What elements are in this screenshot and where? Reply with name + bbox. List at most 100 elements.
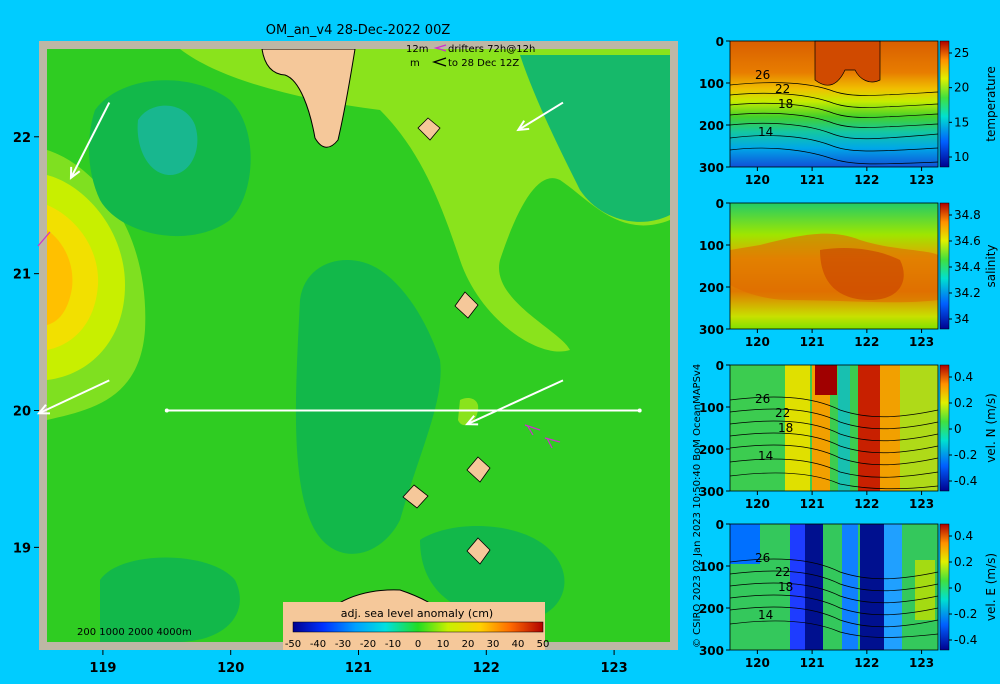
temperature-colorbar	[939, 40, 950, 168]
vel-e-band-g	[915, 560, 935, 620]
salinity-x-tick-label-0: 120	[745, 335, 770, 349]
sla-tick-6: 10	[437, 639, 450, 650]
map-x-tick-label-1: 120	[217, 661, 244, 676]
vel-n-colorbar	[939, 364, 950, 492]
vel-n-cbar-tick-label-4: -0.4	[954, 474, 977, 488]
vel-e-x-tick-label-3: 123	[909, 656, 934, 670]
vel-n-contour-label-0: 26	[755, 392, 770, 406]
map-panel: 119 120 121 122 123 19 20 21 22 12m drifters 72h…	[13, 41, 678, 676]
figure-title: OM_an_v4 28-Dec-2022 00Z	[266, 23, 451, 38]
temperature-contour-label-0: 26	[755, 68, 770, 82]
vel-n-cbar-tick-label-2: 0	[954, 422, 962, 436]
vel-e-cbar-tick-label-4: -0.4	[954, 633, 977, 647]
salinity-panel	[730, 203, 938, 329]
temperature-y-tick-label-1: 100	[699, 77, 724, 91]
temperature-x-tick-label-3: 123	[909, 173, 934, 187]
sla-tick-10: 50	[537, 639, 550, 650]
temperature-contour-label-1: 22	[775, 82, 790, 96]
vel-e-colorbar	[939, 523, 950, 651]
drifter-legend-prefix-1: 12m	[406, 44, 428, 55]
temperature-cbar-tick-label-3: 10	[954, 150, 969, 164]
map-x-tick-label-0: 119	[89, 661, 116, 676]
vel-n-x-tick-label-1: 121	[800, 497, 825, 511]
figure: OM_an_v4 28-Dec-2022 00Z 119 120 121 122…	[13, 23, 998, 676]
vel-e-ylabel: vel. E (m/s)	[984, 553, 998, 621]
salinity-x-tick-label-2: 122	[854, 335, 879, 349]
vel-n-band-f	[900, 365, 938, 491]
drifter-legend-prefix-2: m	[410, 58, 420, 69]
salinity-y-tick-label-0: 0	[716, 197, 724, 211]
vel-e-x-tick-label-0: 120	[745, 656, 770, 670]
temperature-contour-label-3: 14	[758, 125, 773, 139]
sla-tick-0: -50	[285, 639, 301, 650]
map-y-tick-label-3: 22	[13, 131, 31, 146]
salinity-y-tick-label-3: 300	[699, 323, 724, 337]
map-y-tick-label-2: 21	[13, 268, 31, 283]
salinity-y-tick-label-2: 200	[699, 281, 724, 295]
vel-n-panel: 26 2218 14	[729, 365, 939, 491]
vel-e-cbar-tick-label-1: 0.2	[954, 555, 973, 569]
vel-e-contour-label-1: 22	[775, 565, 790, 579]
salinity-x-tick-label-3: 123	[909, 335, 934, 349]
vel-n-x-tick-label-0: 120	[745, 497, 770, 511]
temperature-cbar-tick-label-2: 15	[954, 115, 969, 129]
salinity-ylabel: salinity	[984, 244, 998, 287]
map-y-tick-label-1: 20	[13, 405, 31, 420]
salinity-x-tick-label-1: 121	[800, 335, 825, 349]
map-x-tick-label-4: 123	[601, 661, 628, 676]
vel-n-x-tick-label-3: 123	[909, 497, 934, 511]
vel-n-cbar-tick-label-1: 0.2	[954, 396, 973, 410]
salinity-colorbar	[939, 202, 950, 330]
vel-n-y-tick-label-0: 0	[716, 359, 724, 373]
vel-e-band-e	[860, 524, 884, 650]
temperature-ylabel: temperature	[984, 66, 998, 141]
salinity-cbar-tick-label-1: 34.6	[954, 234, 981, 248]
sla-colorbar-label: adj. sea level anomaly (cm)	[341, 607, 493, 620]
map-y-tick-label-0: 19	[13, 541, 31, 556]
vel-n-contour-label-2: 18	[778, 421, 793, 435]
sla-colorbar: adj. sea level anomaly (cm) -50 -40 -30 -20…	[283, 602, 549, 650]
vel-e-panel: 26 2218 14	[729, 524, 939, 650]
temperature-x-tick-label-1: 121	[800, 173, 825, 187]
section-line-start	[164, 408, 169, 413]
sla-tick-7: 20	[462, 639, 475, 650]
vel-e-contour-label-2: 18	[778, 580, 793, 594]
map-x-tick-label-3: 122	[473, 661, 500, 676]
vel-n-x-tick-label-2: 122	[854, 497, 879, 511]
map-x-tick-label-2: 121	[345, 661, 372, 676]
depth-legend: 200 1000 2000 4000m	[77, 627, 192, 638]
vel-e-field	[730, 524, 938, 650]
temperature-y-tick-label-0: 0	[716, 35, 724, 49]
temperature-cbar-tick-label-0: 25	[954, 46, 969, 60]
vel-n-cbar-tick-label-3: -0.2	[954, 448, 977, 462]
salinity-y-tick-label-1: 100	[699, 239, 724, 253]
salinity-cbar-tick-label-2: 34.4	[954, 260, 981, 274]
vel-e-cbar-tick-label-3: -0.2	[954, 607, 977, 621]
vel-e-contour-label-0: 26	[755, 551, 770, 565]
temperature-x-tick-label-0: 120	[745, 173, 770, 187]
temperature-y-tick-label-3: 300	[699, 161, 724, 175]
vel-e-band-f	[884, 524, 902, 650]
salinity-cbar-tick-label-0: 34.8	[954, 208, 981, 222]
sla-tick-8: 30	[487, 639, 500, 650]
sla-tick-4: -10	[385, 639, 401, 650]
salinity-cbar-tick-label-4: 34	[954, 312, 969, 326]
copyright-notice: © CSIRO 2023 02 Jan 2023 10:50:40 BoM Oc…	[692, 364, 703, 648]
temperature-x-tick-label-2: 122	[854, 173, 879, 187]
vel-e-x-tick-label-2: 122	[854, 656, 879, 670]
vel-n-contour-label-1: 22	[775, 406, 790, 420]
vel-e-cbar-tick-label-0: 0.4	[954, 529, 973, 543]
vel-e-y-tick-label-0: 0	[716, 518, 724, 532]
section-line-end	[637, 408, 642, 413]
temperature-cbar-tick-label-1: 20	[954, 81, 969, 95]
temperature-y-tick-label-2: 200	[699, 119, 724, 133]
vel-n-ylabel: vel. N (m/s)	[984, 393, 998, 463]
temperature-contour-label-2: 18	[778, 97, 793, 111]
temperature-panel: 26 2218 14	[729, 40, 939, 167]
salinity-cbar-tick-label-3: 34.2	[954, 286, 981, 300]
sla-tick-1: -40	[310, 639, 326, 650]
sla-tick-5: 0	[415, 639, 421, 650]
vel-e-contour-label-3: 14	[758, 608, 773, 622]
drifter-legend-text-2: to 28 Dec 12Z	[448, 58, 519, 69]
sla-tick-2: -30	[335, 639, 351, 650]
